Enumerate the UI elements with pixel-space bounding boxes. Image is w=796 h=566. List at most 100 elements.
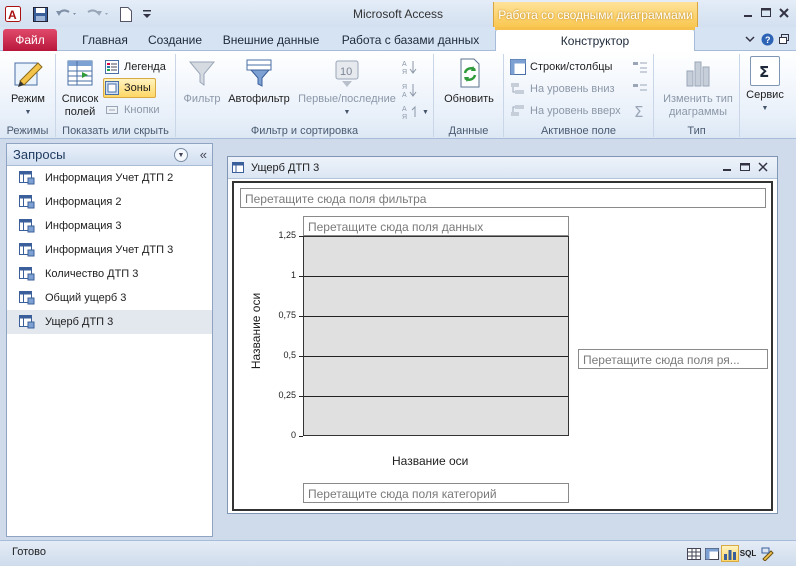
y-tick-label: 1,25: [278, 230, 296, 240]
level-up-button[interactable]: На уровень вверх: [510, 101, 621, 121]
change-chart-type-button[interactable]: Изменить тип диаграммы: [658, 56, 738, 119]
doc-minimize-icon[interactable]: [720, 161, 734, 173]
nav-item-query[interactable]: Общий ущерб 3: [7, 286, 212, 310]
y-tick-mark: [299, 436, 303, 437]
y-axis-title[interactable]: Название оси: [249, 287, 263, 375]
legend-label: Легенда: [124, 61, 166, 73]
legend-icon: [104, 59, 120, 75]
nav-header[interactable]: Запросы ▼ «: [7, 144, 212, 166]
refresh-button[interactable]: Обновить: [439, 56, 499, 106]
top-bottom-button[interactable]: 10 Первые/последние ▼: [294, 56, 400, 119]
restore-window-icon[interactable]: [758, 6, 774, 20]
nav-item-label: Информация 3: [45, 220, 122, 232]
mode-button[interactable]: Режим ▼: [6, 56, 50, 119]
x-axis-title[interactable]: Название оси: [392, 454, 468, 468]
nav-title: Запросы: [13, 147, 66, 162]
pivotchart-view-icon[interactable]: [721, 545, 739, 562]
sort-ascending-icon: AЯ: [402, 59, 418, 75]
autocalc-button[interactable]: Σ: [632, 101, 652, 121]
mode-label: Режим: [11, 93, 45, 105]
tab-home[interactable]: Главная: [72, 29, 138, 51]
level-down-button[interactable]: На уровень вниз: [510, 79, 615, 99]
y-tick-label: 0,5: [283, 350, 296, 360]
filter-label: Фильтр: [183, 93, 221, 105]
sort-ascending-button[interactable]: AЯ: [402, 57, 422, 77]
pivottable-view-icon[interactable]: [703, 545, 721, 562]
switch-rows-columns-icon: [510, 59, 526, 75]
rows-columns-button[interactable]: Строки/столбцы: [510, 57, 612, 77]
group-label-show-hide: Показать или скрыть: [62, 125, 169, 137]
expand-field-button[interactable]: [632, 57, 652, 77]
refresh-label: Обновить: [444, 93, 494, 105]
doc-close-icon[interactable]: [756, 161, 770, 173]
nav-menu-chevron-icon[interactable]: ▼: [174, 148, 188, 162]
data-drop-zone[interactable]: Перетащите сюда поля данных: [303, 216, 569, 236]
design-view-icon[interactable]: [759, 545, 777, 562]
group-modes: Режим ▼ Режимы: [0, 54, 56, 137]
expand-field-icon: [632, 59, 648, 75]
plot-area[interactable]: [303, 236, 569, 436]
ribbon-minimize-icon[interactable]: [742, 32, 758, 46]
tab-database-tools[interactable]: Работа с базами данных: [338, 29, 483, 51]
restore-document-icon[interactable]: [776, 32, 792, 46]
collapse-field-icon: [632, 81, 648, 97]
zones-button[interactable]: Зоны: [103, 78, 156, 98]
tab-design[interactable]: Конструктор: [495, 27, 695, 51]
svg-text:Σ: Σ: [759, 63, 769, 81]
y-tick-mark: [299, 356, 303, 357]
help-icon[interactable]: ?: [759, 32, 775, 46]
sql-view-button[interactable]: SQL: [739, 545, 757, 562]
field-list-button[interactable]: Список полей: [58, 56, 102, 119]
nav-item-label: Ущерб ДТП 3: [45, 316, 114, 328]
category-drop-zone[interactable]: Перетащите сюда поля категорий: [303, 483, 569, 503]
doc-maximize-icon[interactable]: [738, 161, 752, 173]
nav-item-query[interactable]: Информация 3: [7, 214, 212, 238]
query-icon: [19, 267, 35, 281]
filter-button[interactable]: Фильтр: [180, 56, 224, 106]
filter-funnel-icon: [185, 56, 219, 90]
buttons-label: Кнопки: [124, 104, 160, 116]
minimize-window-icon[interactable]: [740, 6, 756, 20]
nav-item-query[interactable]: Информация Учет ДТП 3: [7, 238, 212, 262]
filter-drop-zone[interactable]: Перетащите сюда поля фильтра: [240, 188, 766, 208]
svg-text:A: A: [402, 92, 407, 98]
document-title: Ущерб ДТП 3: [251, 161, 320, 174]
tab-create[interactable]: Создание: [140, 29, 210, 51]
service-button[interactable]: Σ Сервис ▼: [742, 56, 788, 115]
buttons-button[interactable]: Кнопки: [104, 100, 160, 120]
y-tick-mark: [299, 396, 303, 397]
y-tick-label: 0: [290, 430, 296, 440]
document-titlebar[interactable]: Ущерб ДТП 3: [228, 157, 777, 179]
group-label-active-field: Активное поле: [540, 125, 617, 137]
tab-file[interactable]: Файл: [3, 29, 57, 51]
autofilter-button[interactable]: Автофильтр: [224, 56, 294, 106]
series-drop-zone[interactable]: Перетащите сюда поля ря...: [578, 349, 768, 369]
top-bottom-icon: 10: [330, 56, 364, 90]
legend-button[interactable]: Легенда: [104, 57, 166, 77]
sort-options-button[interactable]: AЯ ▼: [402, 102, 429, 122]
buttons-icon: [104, 102, 120, 118]
change-chart-type-label-1: Изменить тип: [663, 93, 733, 105]
nav-item-query[interactable]: Количество ДТП 3: [7, 262, 212, 286]
svg-text:Σ: Σ: [634, 103, 643, 119]
group-type: Изменить тип диаграммы Тип: [654, 54, 740, 137]
collapse-pane-icon[interactable]: «: [200, 147, 207, 162]
nav-item-query[interactable]: Ущерб ДТП 3: [7, 310, 212, 334]
level-down-icon: [510, 81, 526, 97]
query-icon: [19, 315, 35, 329]
refresh-icon: [452, 56, 486, 90]
zones-icon: [104, 80, 120, 96]
sort-descending-button[interactable]: ЯA: [402, 80, 422, 100]
group-active-field: Строки/столбцы На уровень вниз На уровен…: [504, 54, 654, 137]
tab-external-data[interactable]: Внешние данные: [216, 29, 326, 51]
chevron-down-icon: ▼: [422, 108, 429, 116]
collapse-field-button[interactable]: [632, 79, 652, 99]
close-window-icon[interactable]: [776, 6, 792, 20]
pivotchart-window: Ущерб ДТП 3 Перетащите сюда поля фильтра…: [227, 156, 778, 514]
chevron-down-icon: ▼: [24, 109, 32, 116]
group-show-hide: Список полей Легенда Зоны Кнопки Показат…: [56, 54, 176, 137]
nav-item-query[interactable]: Информация Учет ДТП 2: [7, 166, 212, 190]
nav-item-query[interactable]: Информация 2: [7, 190, 212, 214]
level-up-label: На уровень вверх: [530, 105, 621, 117]
datasheet-view-icon[interactable]: [685, 545, 703, 562]
